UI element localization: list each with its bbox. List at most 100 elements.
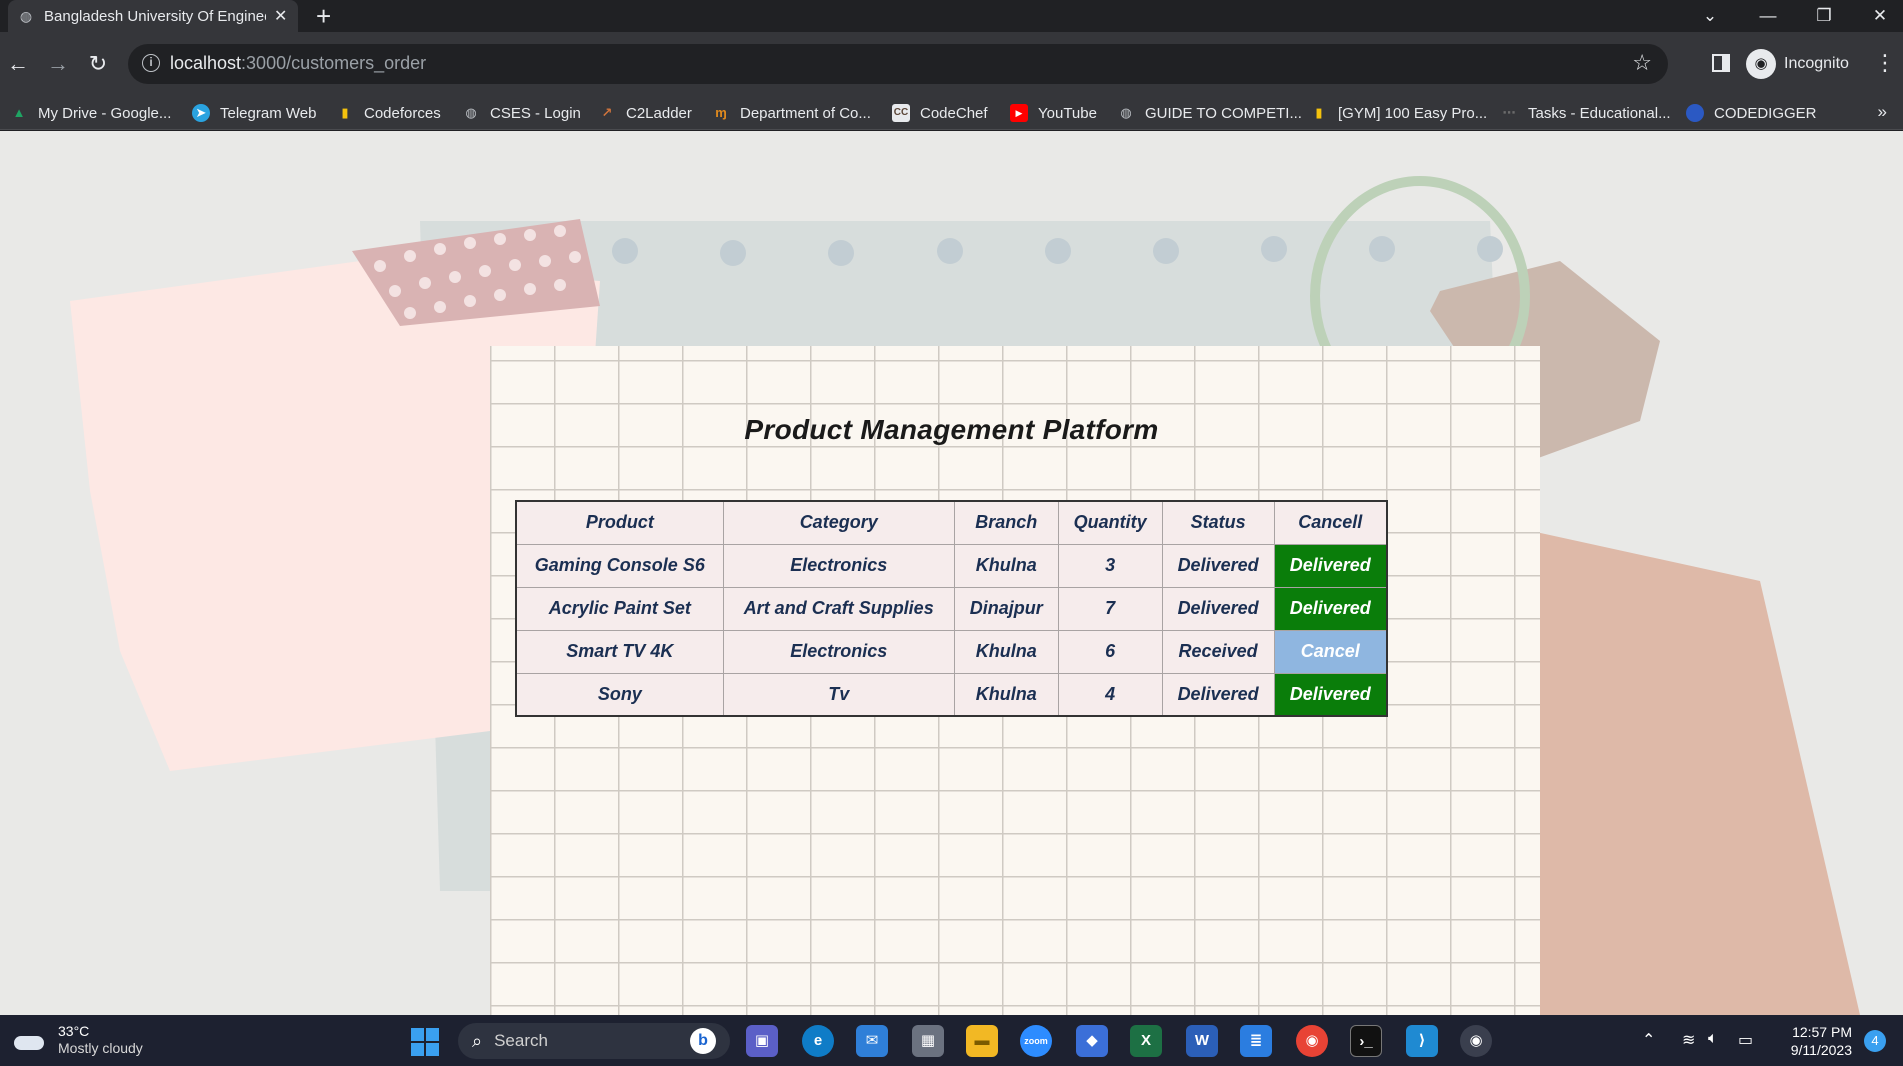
vscode-icon[interactable]: ⟩ [1406, 1025, 1438, 1057]
wifi-icon[interactable]: ≋ [1682, 1030, 1695, 1050]
category-cell: Electronics [722, 629, 955, 674]
bing-icon[interactable]: b [690, 1028, 716, 1054]
bookmark-my-drive[interactable]: ▲ My Drive - Google... [10, 96, 172, 130]
branch-cell: Khulna [953, 543, 1059, 588]
bookmark-label: C2Ladder [626, 104, 692, 122]
address-bar[interactable]: i localhost:3000/customers_order ☆ [128, 44, 1668, 84]
bookmark-telegram[interactable]: ➤ Telegram Web [192, 96, 316, 130]
browser-toolbar: ← → ↻ i localhost:3000/customers_order ☆… [0, 32, 1903, 96]
table-row: Acrylic Paint Set Art and Craft Supplies… [515, 586, 1388, 631]
clock-date: 9/11/2023 [1790, 1042, 1852, 1058]
column-header: Cancell [1273, 500, 1388, 545]
incognito-profile[interactable]: ◉ Incognito [1746, 44, 1849, 84]
url-host: localhost [170, 53, 242, 73]
bookmark-star-icon[interactable]: ☆ [1632, 50, 1652, 76]
orders-table: Product Category Branch Quantity Status … [515, 500, 1388, 717]
status-cell: Delivered [1161, 543, 1275, 588]
side-panel-icon[interactable] [1712, 54, 1730, 72]
quantity-cell: 6 [1057, 629, 1163, 674]
bookmark-label: CODEDIGGER [1714, 104, 1817, 122]
codeforces-icon: ▮ [341, 105, 349, 120]
calculator-icon[interactable]: ▦ [912, 1025, 944, 1057]
product-cell: Smart TV 4K [515, 629, 724, 674]
quantity-cell: 4 [1057, 672, 1163, 717]
globe-icon: ◍ [465, 105, 477, 120]
mail-icon[interactable]: ✉ [856, 1025, 888, 1057]
bookmark-youtube[interactable]: ▶ YouTube [1010, 96, 1097, 130]
zoom-icon[interactable]: zoom [1020, 1025, 1052, 1057]
system-clock[interactable]: 12:57 PM 9/11/2023 [1780, 1023, 1852, 1059]
delivered-badge: Delivered [1273, 543, 1388, 588]
quantity-cell: 3 [1057, 543, 1163, 588]
restore-button[interactable]: ❐ [1800, 0, 1848, 32]
bookmark-cses[interactable]: ◍ CSES - Login [462, 96, 581, 130]
new-tab-button[interactable]: + [316, 2, 331, 30]
chrome-incognito-icon[interactable]: ◉ [1460, 1025, 1492, 1057]
forward-button[interactable]: → [42, 48, 74, 80]
taskbar-search[interactable]: ⌕ Search b [458, 1023, 730, 1059]
menu-kebab-icon[interactable]: ⋮ [1874, 50, 1896, 76]
weather-widget[interactable]: 33°C Mostly cloudy [14, 1023, 143, 1057]
category-cell: Art and Craft Supplies [722, 586, 955, 631]
cancel-order-button[interactable]: Cancel [1273, 629, 1388, 674]
back-button[interactable]: ← [2, 48, 34, 80]
category-cell: Tv [722, 672, 955, 717]
windows-taskbar: 33°C Mostly cloudy ⌕ Search b ▣ e ✉ ▦ ▬ … [0, 1015, 1903, 1066]
page-title: Product Management Platform [744, 414, 1159, 445]
bookmark-c2ladder[interactable]: ↗ C2Ladder [598, 96, 692, 130]
notebook-rings [612, 236, 1503, 266]
bookmark-label: CSES - Login [490, 104, 581, 122]
bookmark-label: My Drive - Google... [38, 104, 172, 122]
bookmark-codedigger[interactable]: CODEDIGGER [1686, 96, 1817, 130]
google-drive-icon: ▲ [12, 105, 26, 120]
category-cell: Electronics [722, 543, 955, 588]
minimize-button[interactable]: — [1744, 0, 1792, 32]
notification-badge[interactable]: 4 [1864, 1030, 1886, 1052]
branch-cell: Khulna [953, 629, 1059, 674]
browser-tab[interactable]: ◍ Bangladesh University Of Enginee ✕ [8, 0, 298, 32]
delivered-badge: Delivered [1273, 586, 1388, 631]
word-icon[interactable]: W [1186, 1025, 1218, 1057]
battery-icon[interactable]: ▭ [1738, 1030, 1753, 1050]
bookmark-label: [GYM] 100 Easy Pro... [1338, 104, 1488, 122]
bookmark-guide[interactable]: ◍ GUIDE TO COMPETI... [1117, 96, 1302, 130]
teams-icon[interactable]: ▣ [746, 1025, 778, 1057]
tasks-icon: ⋯ [1502, 105, 1516, 120]
edge-icon[interactable]: e [802, 1025, 834, 1057]
bookmark-label: Tasks - Educational... [1528, 104, 1671, 122]
tab-strip: ◍ Bangladesh University Of Enginee ✕ + ⌄… [0, 0, 1903, 32]
bookmarks-overflow-icon[interactable]: » [1878, 102, 1887, 122]
copilot-icon[interactable]: ◆ [1076, 1025, 1108, 1057]
volume-icon[interactable]: 🔈︎ [1708, 1030, 1718, 1048]
branch-cell: Dinajpur [953, 586, 1059, 631]
bookmark-department[interactable]: ɱ Department of Co... [712, 96, 871, 130]
bookmark-gym[interactable]: ▮ [GYM] 100 Easy Pro... [1310, 96, 1487, 130]
show-hidden-icons-icon[interactable]: ⌃ [1642, 1030, 1655, 1050]
chrome-icon[interactable]: ◉ [1296, 1025, 1328, 1057]
reload-button[interactable]: ↻ [82, 48, 114, 80]
site-info-icon[interactable]: i [142, 54, 160, 72]
terminal-icon[interactable]: ›_ [1350, 1025, 1382, 1057]
bookmark-label: Department of Co... [740, 104, 871, 122]
notepad-icon[interactable]: ≣ [1240, 1025, 1272, 1057]
column-header: Product [515, 500, 724, 545]
windows-start-icon[interactable] [411, 1028, 439, 1056]
product-cell: Acrylic Paint Set [515, 586, 724, 631]
column-header: Status [1161, 500, 1275, 545]
close-window-button[interactable]: ✕ [1856, 0, 1903, 32]
status-cell: Received [1161, 629, 1275, 674]
bookmark-tasks[interactable]: ⋯ Tasks - Educational... [1500, 96, 1671, 130]
bookmark-codeforces[interactable]: ▮ Codeforces [336, 96, 440, 130]
clock-time: 12:57 PM [1792, 1024, 1852, 1040]
bookmark-codechef[interactable]: CC CodeChef [892, 96, 988, 130]
tab-search-icon[interactable]: ⌄ [1686, 0, 1734, 32]
product-cell: Sony [515, 672, 724, 717]
bookmark-label: CodeChef [920, 104, 988, 122]
partly-cloudy-icon [14, 1028, 46, 1052]
excel-icon[interactable]: X [1130, 1025, 1162, 1057]
close-tab-icon[interactable]: ✕ [274, 6, 287, 26]
c2ladder-icon: ↗ [601, 105, 613, 120]
codechef-icon: CC [892, 104, 910, 122]
branch-cell: Khulna [953, 672, 1059, 717]
file-explorer-icon[interactable]: ▬ [966, 1025, 998, 1057]
